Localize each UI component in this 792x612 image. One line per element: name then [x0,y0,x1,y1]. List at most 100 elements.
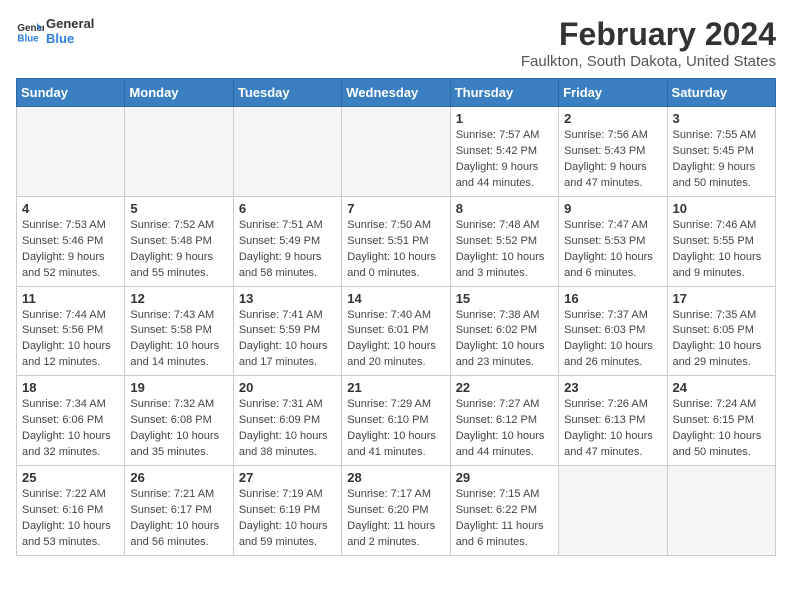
calendar-cell: 9Sunrise: 7:47 AMSunset: 5:53 PMDaylight… [559,196,667,286]
day-number: 22 [456,380,553,395]
day-number: 9 [564,201,661,216]
calendar-cell: 15 Sunrise: 7:38 AMSunset: 6:02 PMDayligh… [450,286,558,376]
day-number: 24 [673,380,770,395]
page-header: General Blue General Blue February 2024 … [16,16,776,70]
day-info: Sunrise: 7:37 AMSunset: 6:03 PMDaylight:… [564,308,661,372]
logo-line2: Blue [46,31,94,46]
day-header-tuesday: Tuesday [233,79,341,107]
day-number: 15 [456,291,553,306]
day-info: Sunrise: 7:19 AMSunset: 6:19 PMDaylight:… [239,487,336,551]
calendar-cell: 12 Sunrise: 7:43 AMSunset: 5:58 PMDayligh… [125,286,233,376]
calendar-cell: 27Sunrise: 7:19 AMSunset: 6:19 PMDayligh… [233,466,341,556]
calendar-cell: 6 Sunrise: 7:51 AMSunset: 5:49 PMDaylight… [233,196,341,286]
calendar-cell [342,107,450,197]
calendar-cell: 26Sunrise: 7:21 AMSunset: 6:17 PMDayligh… [125,466,233,556]
day-info: Sunrise: 7:41 AMSunset: 5:59 PMDaylight:… [239,308,336,372]
day-number: 6 [239,201,336,216]
day-number: 29 [456,470,553,485]
day-info: Sunrise: 7:29 AMSunset: 6:10 PMDaylight:… [347,397,444,461]
calendar-cell: 10 Sunrise: 7:46 AMSunset: 5:55 PMDayligh… [667,196,775,286]
day-info: Sunrise: 7:21 AMSunset: 6:17 PMDaylight:… [130,487,227,551]
calendar-table: SundayMondayTuesdayWednesdayThursdayFrid… [16,78,776,556]
day-header-saturday: Saturday [667,79,775,107]
calendar-cell [125,107,233,197]
calendar-cell: 1Sunrise: 7:57 AMSunset: 5:42 PMDaylight… [450,107,558,197]
calendar-cell [667,466,775,556]
day-info: Sunrise: 7:34 AMSunset: 6:06 PMDaylight:… [22,397,119,461]
day-number: 11 [22,291,119,306]
calendar-cell: 29 Sunrise: 7:15 AMSunset: 6:22 PMDayligh… [450,466,558,556]
day-info: Sunrise: 7:56 AMSunset: 5:43 PMDaylight:… [564,128,661,192]
calendar-cell [233,107,341,197]
calendar-cell: 14 Sunrise: 7:40 AMSunset: 6:01 PMDayligh… [342,286,450,376]
location: Faulkton, South Dakota, United States [521,53,776,70]
day-header-friday: Friday [559,79,667,107]
day-info: Sunrise: 7:26 AMSunset: 6:13 PMDaylight:… [564,397,661,461]
day-number: 13 [239,291,336,306]
day-header-sunday: Sunday [17,79,125,107]
day-number: 25 [22,470,119,485]
day-info: Sunrise: 7:27 AMSunset: 6:12 PMDaylight:… [456,397,553,461]
calendar-cell [17,107,125,197]
calendar-cell: 4 Sunrise: 7:53 AMSunset: 5:46 PMDaylight… [17,196,125,286]
logo-line1: General [46,16,94,31]
calendar-cell [559,466,667,556]
week-row-1: 1Sunrise: 7:57 AMSunset: 5:42 PMDaylight… [17,107,776,197]
week-row-3: 11 Sunrise: 7:44 AMSunset: 5:56 PMDayligh… [17,286,776,376]
calendar-cell: 20 Sunrise: 7:31 AMSunset: 6:09 PMDayligh… [233,376,341,466]
title-area: February 2024 Faulkton, South Dakota, Un… [521,16,776,70]
calendar-cell: 5Sunrise: 7:52 AMSunset: 5:48 PMDaylight… [125,196,233,286]
day-number: 3 [673,111,770,126]
day-info: Sunrise: 7:38 AMSunset: 6:02 PMDaylight:… [456,308,553,372]
day-number: 28 [347,470,444,485]
day-number: 5 [130,201,227,216]
day-number: 10 [673,201,770,216]
day-info: Sunrise: 7:17 AMSunset: 6:20 PMDaylight:… [347,487,444,551]
calendar-cell: 25 Sunrise: 7:22 AMSunset: 6:16 PMDayligh… [17,466,125,556]
day-info: Sunrise: 7:32 AMSunset: 6:08 PMDaylight:… [130,397,227,461]
day-number: 4 [22,201,119,216]
month-year: February 2024 [521,16,776,53]
svg-text:Blue: Blue [17,34,39,45]
calendar-header-row: SundayMondayTuesdayWednesdayThursdayFrid… [17,79,776,107]
day-info: Sunrise: 7:22 AMSunset: 6:16 PMDaylight:… [22,487,119,551]
day-number: 17 [673,291,770,306]
calendar-cell: 13 Sunrise: 7:41 AMSunset: 5:59 PMDayligh… [233,286,341,376]
day-number: 12 [130,291,227,306]
day-number: 14 [347,291,444,306]
day-info: Sunrise: 7:57 AMSunset: 5:42 PMDaylight:… [456,128,553,192]
day-info: Sunrise: 7:44 AMSunset: 5:56 PMDaylight:… [22,308,119,372]
day-header-wednesday: Wednesday [342,79,450,107]
calendar-cell: 8 Sunrise: 7:48 AMSunset: 5:52 PMDaylight… [450,196,558,286]
week-row-5: 25 Sunrise: 7:22 AMSunset: 6:16 PMDayligh… [17,466,776,556]
day-info: Sunrise: 7:24 AMSunset: 6:15 PMDaylight:… [673,397,770,461]
day-number: 2 [564,111,661,126]
calendar-cell: 28 Sunrise: 7:17 AMSunset: 6:20 PMDayligh… [342,466,450,556]
day-info: Sunrise: 7:48 AMSunset: 5:52 PMDaylight:… [456,218,553,282]
week-row-2: 4 Sunrise: 7:53 AMSunset: 5:46 PMDaylight… [17,196,776,286]
day-number: 23 [564,380,661,395]
day-info: Sunrise: 7:43 AMSunset: 5:58 PMDaylight:… [130,308,227,372]
day-number: 7 [347,201,444,216]
day-info: Sunrise: 7:53 AMSunset: 5:46 PMDaylight:… [22,218,119,282]
calendar-cell: 16Sunrise: 7:37 AMSunset: 6:03 PMDayligh… [559,286,667,376]
day-number: 20 [239,380,336,395]
day-info: Sunrise: 7:50 AMSunset: 5:51 PMDaylight:… [347,218,444,282]
calendar-cell: 22 Sunrise: 7:27 AMSunset: 6:12 PMDayligh… [450,376,558,466]
day-info: Sunrise: 7:15 AMSunset: 6:22 PMDaylight:… [456,487,553,551]
day-info: Sunrise: 7:55 AMSunset: 5:45 PMDaylight:… [673,128,770,192]
calendar-cell: 11 Sunrise: 7:44 AMSunset: 5:56 PMDayligh… [17,286,125,376]
day-number: 18 [22,380,119,395]
calendar-cell: 21Sunrise: 7:29 AMSunset: 6:10 PMDayligh… [342,376,450,466]
day-info: Sunrise: 7:31 AMSunset: 6:09 PMDaylight:… [239,397,336,461]
day-number: 8 [456,201,553,216]
calendar-cell: 17Sunrise: 7:35 AMSunset: 6:05 PMDayligh… [667,286,775,376]
day-info: Sunrise: 7:51 AMSunset: 5:49 PMDaylight:… [239,218,336,282]
calendar-cell: 7 Sunrise: 7:50 AMSunset: 5:51 PMDaylight… [342,196,450,286]
day-info: Sunrise: 7:40 AMSunset: 6:01 PMDaylight:… [347,308,444,372]
calendar-cell: 19Sunrise: 7:32 AMSunset: 6:08 PMDayligh… [125,376,233,466]
day-info: Sunrise: 7:46 AMSunset: 5:55 PMDaylight:… [673,218,770,282]
calendar-cell: 18 Sunrise: 7:34 AMSunset: 6:06 PMDayligh… [17,376,125,466]
calendar-cell: 23 Sunrise: 7:26 AMSunset: 6:13 PMDayligh… [559,376,667,466]
day-header-thursday: Thursday [450,79,558,107]
